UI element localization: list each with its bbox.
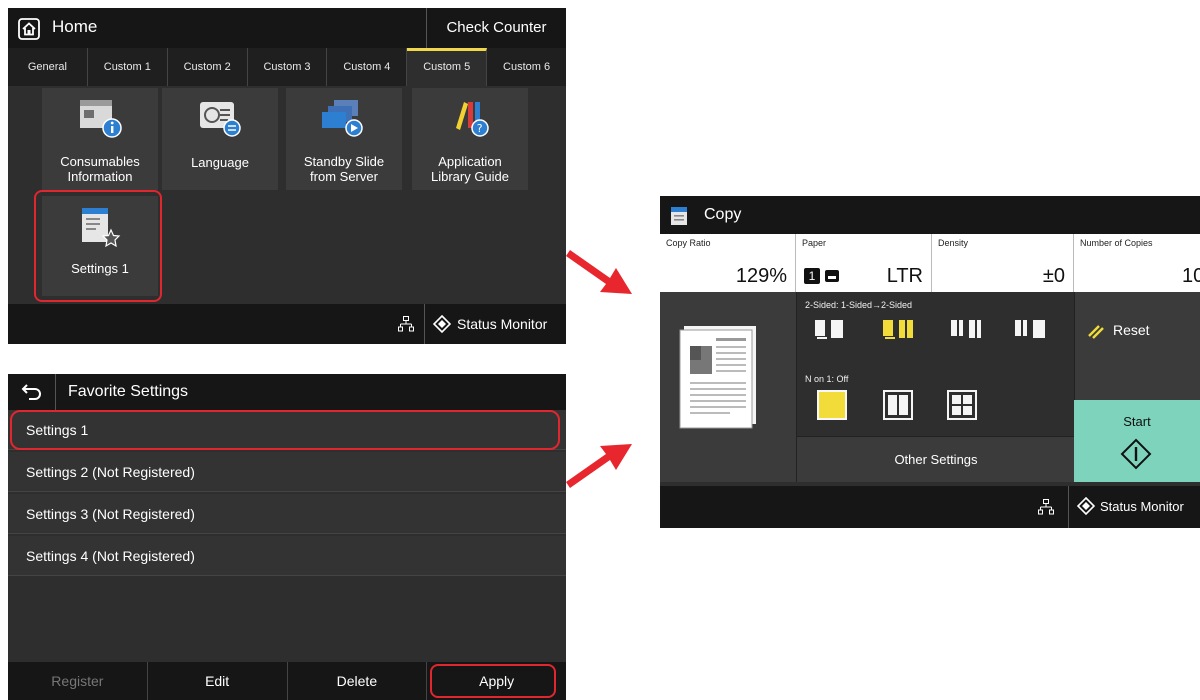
copy-ratio-label: Copy Ratio (666, 238, 711, 248)
home-title-bar: Home Check Counter (8, 8, 566, 48)
copy-info-strip: Copy Ratio 129% Paper 1 LTR Density ±0 N… (660, 234, 1200, 292)
paper-tray-badge: 1 (804, 268, 820, 284)
n-on-1-label: N on 1: Off (805, 374, 849, 384)
check-counter-button[interactable]: Check Counter (426, 8, 566, 48)
status-monitor-button[interactable]: Status Monitor (424, 304, 566, 344)
app-library-guide-icon: ? (456, 102, 489, 137)
n-on-1-off-option[interactable] (817, 390, 847, 420)
favorite-settings-icon (82, 208, 121, 248)
tab-custom-2[interactable]: Custom 2 (168, 48, 248, 86)
standby-slide-icon (322, 100, 363, 137)
document-preview (660, 292, 796, 482)
network-icon (1038, 499, 1054, 515)
reset-label: Reset (1113, 322, 1150, 338)
copy-ratio-value: 129% (735, 265, 787, 287)
favorite-title-bar: Favorite Settings (8, 374, 566, 410)
apply-button[interactable]: Apply (427, 662, 566, 700)
standby-slide-tile[interactable]: Standby Slide from Server (286, 88, 402, 190)
tab-custom-6[interactable]: Custom 6 (487, 48, 566, 86)
back-button[interactable] (8, 374, 56, 410)
arrow-up-right-icon (566, 444, 632, 488)
svg-text:?: ? (477, 122, 483, 135)
four-on-one-option[interactable] (947, 390, 977, 420)
paper-label: Paper (802, 238, 827, 248)
number-of-copies-cell[interactable]: Number of Copies 10 (1074, 234, 1200, 292)
favorite-row-settings-1[interactable]: Settings 1 (8, 410, 566, 450)
language-icon (200, 102, 241, 137)
quick-settings-panel: 2-Sided: 1-Sided→2-Sided N on 1: Off Oth… (796, 292, 1075, 482)
home-screen: Home Check Counter General Custom 1 Cust… (8, 8, 566, 344)
tile-label: Language (191, 155, 249, 170)
favorite-row-settings-2[interactable]: Settings 2 (Not Registered) (8, 452, 566, 492)
start-icon (1120, 438, 1152, 470)
favorite-footer: Register Edit Delete Apply (8, 662, 566, 700)
favorite-settings-screen: Favorite Settings Settings 1 Settings 2 … (8, 374, 566, 700)
start-button[interactable]: Start (1074, 400, 1200, 482)
copy-screen: Copy Copy Ratio 129% Paper 1 LTR Density… (660, 196, 1200, 528)
other-settings-button[interactable]: Other Settings (797, 436, 1075, 482)
start-label: Start (1123, 414, 1151, 429)
tile-label: Standby Slide from Server (303, 154, 385, 184)
copy-icon (671, 207, 687, 225)
home-status-bar: Status Monitor (8, 304, 566, 344)
document-preview-image (679, 326, 756, 429)
copy-ratio-cell[interactable]: Copy Ratio 129% (660, 234, 796, 292)
paper-value: LTR (886, 265, 923, 287)
copy-title-bar: Copy (660, 196, 1200, 234)
reset-icon (1088, 325, 1104, 339)
page-title: Favorite Settings (68, 383, 189, 400)
page-title: Copy (704, 206, 742, 223)
page-title: Home (52, 17, 98, 36)
one-to-one-sided-icon[interactable] (811, 316, 851, 344)
tab-custom-3[interactable]: Custom 3 (248, 48, 328, 86)
favorite-row-settings-3[interactable]: Settings 3 (Not Registered) (8, 494, 566, 534)
copies-value: 10 (1182, 265, 1200, 287)
application-library-guide-tile[interactable]: ? Application Library Guide (412, 88, 528, 190)
copy-status-bar: Status Monitor (660, 486, 1200, 528)
tab-custom-5[interactable]: Custom 5 (407, 48, 488, 86)
register-button[interactable]: Register (8, 662, 148, 700)
two-on-one-option[interactable] (883, 390, 913, 420)
language-tile[interactable]: Language (162, 88, 278, 190)
status-monitor-icon (1076, 496, 1096, 516)
paper-tray-icon (825, 270, 839, 282)
delete-button[interactable]: Delete (288, 662, 428, 700)
one-to-two-sided-icon[interactable] (879, 316, 919, 344)
status-monitor-label: Status Monitor (1100, 499, 1184, 514)
tab-custom-4[interactable]: Custom 4 (327, 48, 408, 86)
copies-label: Number of Copies (1080, 238, 1153, 248)
tab-general[interactable]: General (8, 48, 88, 86)
density-cell[interactable]: Density ±0 (932, 234, 1074, 292)
tab-custom-1[interactable]: Custom 1 (88, 48, 168, 86)
paper-cell[interactable]: Paper 1 LTR (796, 234, 932, 292)
density-value: ±0 (1042, 265, 1065, 287)
two-to-two-sided-icon[interactable] (947, 316, 987, 344)
status-monitor-label: Status Monitor (457, 316, 548, 332)
edit-button[interactable]: Edit (148, 662, 288, 700)
favorite-row-settings-4[interactable]: Settings 4 (Not Registered) (8, 536, 566, 576)
tile-label: Consumables Information (60, 154, 140, 184)
back-arrow-icon (21, 384, 41, 400)
consumables-information-tile[interactable]: Consumables Information (42, 88, 158, 190)
reset-button[interactable]: Reset (1074, 292, 1200, 400)
network-icon (398, 316, 414, 332)
two-sided-label: 2-Sided: 1-Sided→2-Sided (805, 300, 913, 310)
status-monitor-button[interactable]: Status Monitor (1068, 486, 1200, 528)
density-label: Density (938, 238, 969, 248)
two-to-one-sided-icon[interactable] (1011, 316, 1051, 344)
consumables-info-icon (80, 100, 122, 138)
status-monitor-icon (432, 314, 452, 334)
tab-bar: General Custom 1 Custom 2 Custom 3 Custo… (8, 48, 566, 86)
tile-label: Settings 1 (71, 261, 129, 276)
home-icon (18, 18, 40, 40)
tile-label: Application Library Guide (430, 154, 510, 184)
arrow-down-right-icon (566, 250, 632, 294)
settings-1-tile[interactable]: Settings 1 (42, 196, 158, 296)
